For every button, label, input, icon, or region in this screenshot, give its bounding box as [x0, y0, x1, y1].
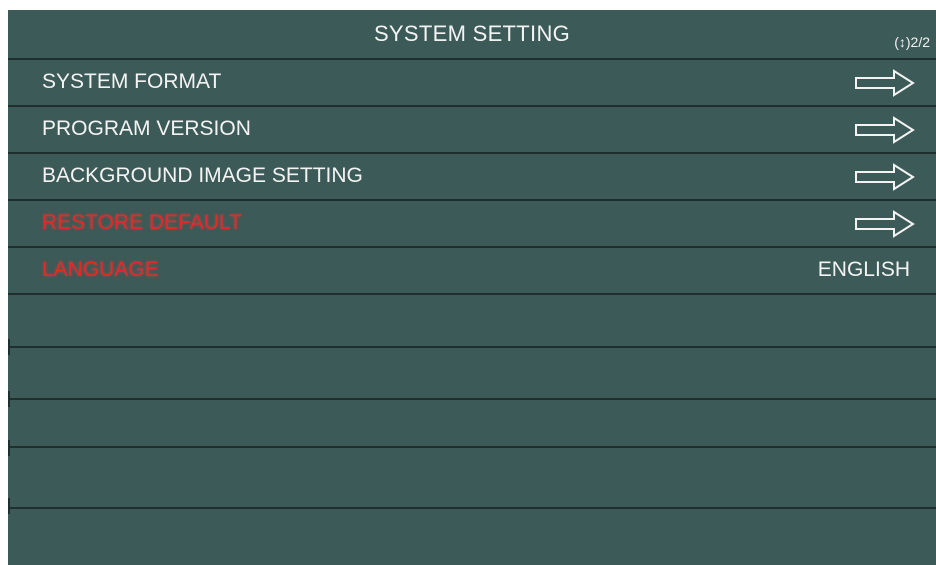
menu-item-restore-default[interactable]: RESTORE DEFAULT — [8, 199, 936, 246]
row-divider — [8, 346, 936, 348]
menu-item-system-format[interactable]: SYSTEM FORMAT — [8, 58, 936, 105]
page-indicator: (↕)2/2 — [894, 34, 930, 50]
page-title: SYSTEM SETTING — [373, 21, 571, 46]
edge-tick — [8, 498, 10, 514]
menu-item-label: RESTORE DEFAULT — [42, 211, 242, 234]
edge-tick — [8, 391, 10, 407]
menu-item-label: LANGUAGE — [42, 258, 159, 281]
menu-item-background-image-setting[interactable]: BACKGROUND IMAGE SETTING — [8, 152, 936, 199]
row-divider — [8, 507, 936, 509]
edge-tick — [8, 339, 10, 355]
arrow-right-icon — [855, 69, 915, 97]
arrow-right-icon — [855, 116, 915, 144]
menu-item-label: SYSTEM FORMAT — [42, 70, 222, 93]
system-setting-screen: SYSTEM SETTING (↕)2/2 SYSTEM FORMAT PROG… — [8, 10, 936, 565]
menu-item-label: PROGRAM VERSION — [42, 117, 251, 140]
header: SYSTEM SETTING (↕)2/2 — [8, 10, 936, 58]
arrow-right-icon — [855, 210, 915, 238]
row-divider — [8, 293, 936, 295]
edge-tick — [8, 440, 10, 456]
row-divider — [8, 398, 936, 400]
language-value: ENGLISH — [817, 258, 910, 281]
menu-item-program-version[interactable]: PROGRAM VERSION — [8, 105, 936, 152]
arrow-right-icon — [855, 163, 915, 191]
menu-item-language[interactable]: LANGUAGE ENGLISH — [8, 246, 936, 293]
menu-item-label: BACKGROUND IMAGE SETTING — [42, 164, 363, 187]
row-divider — [8, 446, 936, 448]
